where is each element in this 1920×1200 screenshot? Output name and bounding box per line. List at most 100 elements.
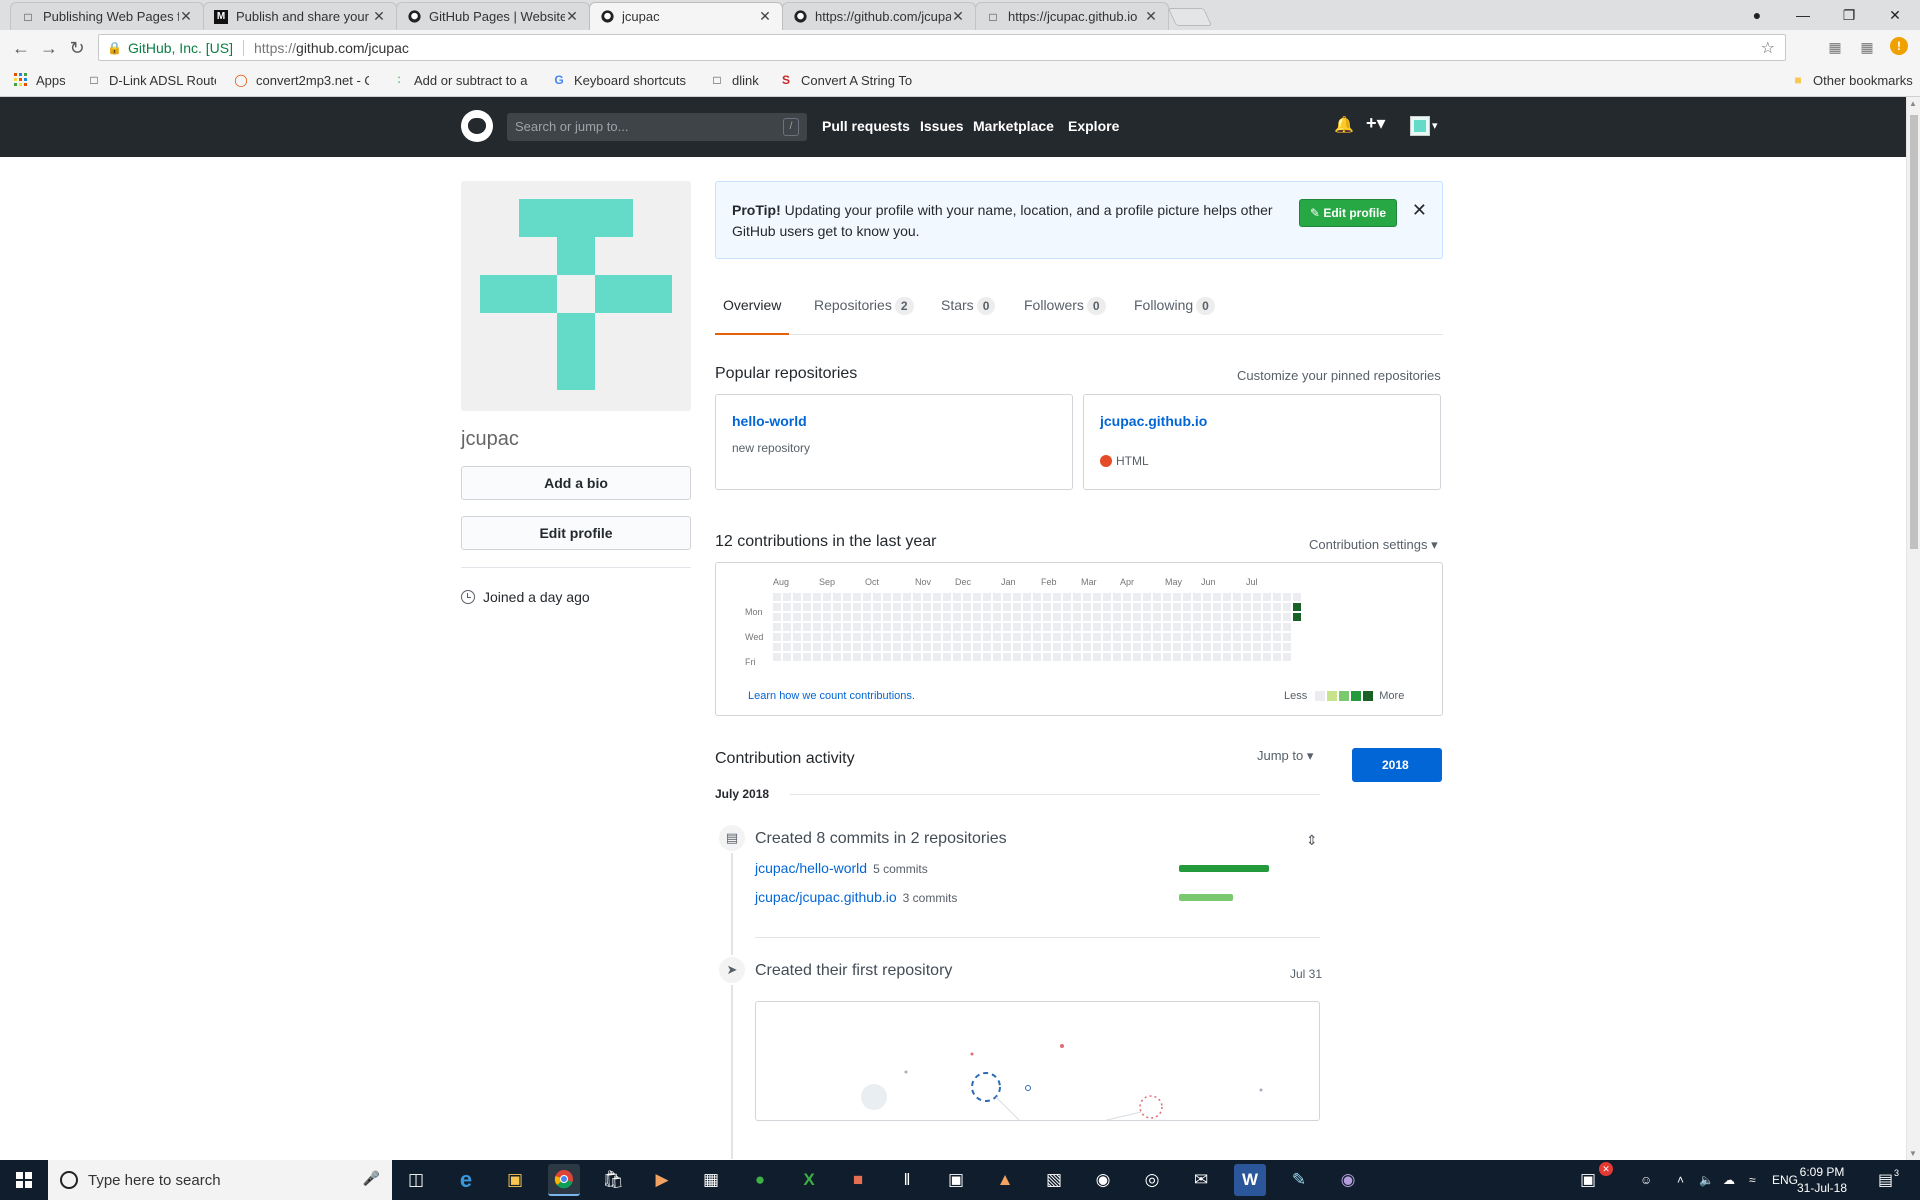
calendar-day-cell[interactable] bbox=[913, 623, 921, 631]
calendar-day-cell[interactable] bbox=[813, 603, 821, 611]
calendar-day-cell[interactable] bbox=[923, 653, 931, 661]
calendar-day-cell[interactable] bbox=[1283, 593, 1291, 601]
calendar-day-cell[interactable] bbox=[1023, 593, 1031, 601]
action-center-icon[interactable]: ▤ bbox=[1878, 1160, 1893, 1200]
calendar-day-cell[interactable] bbox=[803, 593, 811, 601]
calendar-day-cell[interactable] bbox=[873, 643, 881, 651]
forward-arrow-icon[interactable]: → bbox=[37, 36, 61, 60]
calendar-day-cell[interactable] bbox=[1233, 633, 1241, 641]
calendar-day-cell[interactable] bbox=[943, 643, 951, 651]
calendar-day-cell[interactable] bbox=[1213, 603, 1221, 611]
calendar-day-cell[interactable] bbox=[863, 653, 871, 661]
media-player-icon[interactable]: ▶ bbox=[646, 1164, 678, 1196]
calendar-day-cell[interactable] bbox=[1023, 613, 1031, 621]
bookmark-convert-string[interactable]: S Convert A String To U bbox=[778, 72, 914, 88]
calendar-day-cell[interactable] bbox=[853, 643, 861, 651]
calendar-day-cell[interactable] bbox=[1163, 593, 1171, 601]
calendar-day-cell[interactable] bbox=[773, 603, 781, 611]
calendar-day-cell[interactable] bbox=[1133, 633, 1141, 641]
calendar-day-cell[interactable] bbox=[1123, 593, 1131, 601]
chevron-down-icon[interactable]: ▾ bbox=[1432, 119, 1438, 132]
bookmark-dlink-router[interactable]: □ D-Link ADSL Router bbox=[86, 72, 216, 88]
calendar-day-cell[interactable] bbox=[853, 613, 861, 621]
calendar-day-cell[interactable] bbox=[1143, 593, 1151, 601]
calendar-day-cell[interactable] bbox=[783, 613, 791, 621]
close-tab-icon[interactable]: ✕ bbox=[951, 8, 965, 25]
calendar-day-cell[interactable] bbox=[973, 603, 981, 611]
calendar-day-cell[interactable] bbox=[1043, 603, 1051, 611]
calendar-day-cell[interactable] bbox=[1053, 603, 1061, 611]
calendar-day-cell[interactable] bbox=[913, 603, 921, 611]
calendar-day-cell[interactable] bbox=[863, 633, 871, 641]
calendar-day-cell[interactable] bbox=[1103, 603, 1111, 611]
bookmark-add-subtract[interactable]: ∶ Add or subtract to a bbox=[391, 72, 531, 88]
calendar-day-cell[interactable] bbox=[1123, 603, 1131, 611]
calendar-day-cell[interactable] bbox=[1263, 613, 1271, 621]
calendar-day-cell[interactable] bbox=[1103, 653, 1111, 661]
minimize-icon[interactable]: — bbox=[1780, 0, 1826, 30]
calendar-day-cell[interactable] bbox=[913, 613, 921, 621]
calendar-day-cell[interactable] bbox=[1013, 603, 1021, 611]
calendar-day-cell[interactable] bbox=[1133, 613, 1141, 621]
bookmark-star-icon[interactable]: ☆ bbox=[1761, 38, 1775, 58]
calendar-day-cell[interactable] bbox=[1163, 623, 1171, 631]
calendar-day-cell[interactable] bbox=[943, 593, 951, 601]
taskbar-clock[interactable]: 6:09 PM 31-Jul-18 bbox=[1787, 1164, 1857, 1196]
calendar-day-cell[interactable] bbox=[903, 653, 911, 661]
calendar-day-cell[interactable] bbox=[813, 623, 821, 631]
calendar-day-cell[interactable] bbox=[963, 623, 971, 631]
calendar-day-cell[interactable] bbox=[1263, 623, 1271, 631]
page-scrollbar[interactable]: ▲ ▼ bbox=[1906, 97, 1920, 1160]
calendar-day-cell[interactable] bbox=[773, 613, 781, 621]
calendar-day-cell[interactable] bbox=[933, 623, 941, 631]
calendar-day-cell[interactable] bbox=[923, 593, 931, 601]
calendar-day-cell[interactable] bbox=[1063, 603, 1071, 611]
calendar-day-cell[interactable] bbox=[963, 633, 971, 641]
calendar-day-cell[interactable] bbox=[903, 613, 911, 621]
calendar-day-cell[interactable] bbox=[793, 653, 801, 661]
obs-icon[interactable]: ◎ bbox=[1136, 1164, 1168, 1196]
fold-icon[interactable]: ⇕ bbox=[1306, 832, 1318, 849]
calendar-day-cell[interactable] bbox=[963, 653, 971, 661]
calendar-day-cell[interactable] bbox=[973, 643, 981, 651]
calendar-day-cell[interactable] bbox=[843, 643, 851, 651]
nav-pull-requests[interactable]: Pull requests bbox=[822, 118, 910, 134]
calendar-day-cell[interactable] bbox=[843, 633, 851, 641]
calendar-day-cell[interactable] bbox=[1233, 623, 1241, 631]
calendar-day-cell[interactable] bbox=[873, 593, 881, 601]
calendar-day-cell[interactable] bbox=[843, 603, 851, 611]
calendar-day-cell[interactable] bbox=[963, 603, 971, 611]
calendar-day-cell[interactable] bbox=[793, 603, 801, 611]
calendar-day-cell[interactable] bbox=[963, 643, 971, 651]
calendar-day-cell[interactable] bbox=[933, 603, 941, 611]
calendar-day-cell[interactable] bbox=[823, 633, 831, 641]
calendar-day-cell[interactable] bbox=[843, 653, 851, 661]
people-icon[interactable]: ☺ bbox=[1640, 1160, 1652, 1200]
calendar-day-cell[interactable] bbox=[953, 633, 961, 641]
calendar-day-cell[interactable] bbox=[1123, 623, 1131, 631]
calendar-day-cell[interactable] bbox=[1173, 613, 1181, 621]
browser-tab-6[interactable]: □ https://jcupac.github.io ✕ bbox=[975, 2, 1169, 30]
calendar-day-cell[interactable] bbox=[1003, 623, 1011, 631]
app-icon[interactable]: ◉ bbox=[1332, 1164, 1364, 1196]
calendar-day-cell[interactable] bbox=[1073, 633, 1081, 641]
calendar-day-cell[interactable] bbox=[893, 593, 901, 601]
calendar-day-cell[interactable] bbox=[833, 643, 841, 651]
calendar-day-cell[interactable] bbox=[893, 623, 901, 631]
calendar-day-cell[interactable] bbox=[823, 623, 831, 631]
calendar-day-cell[interactable] bbox=[1083, 613, 1091, 621]
calendar-day-cell[interactable] bbox=[983, 623, 991, 631]
calendar-day-cell[interactable] bbox=[1063, 633, 1071, 641]
calendar-day-cell[interactable] bbox=[793, 623, 801, 631]
calendar-day-cell[interactable] bbox=[1083, 603, 1091, 611]
calendar-day-cell[interactable] bbox=[1043, 653, 1051, 661]
calendar-day-cell[interactable] bbox=[813, 643, 821, 651]
calendar-day-cell[interactable] bbox=[1103, 593, 1111, 601]
calendar-day-cell[interactable] bbox=[933, 643, 941, 651]
calendar-day-cell[interactable] bbox=[1063, 593, 1071, 601]
microphone-icon[interactable]: 🎤 bbox=[363, 1170, 380, 1187]
calendar-day-cell[interactable] bbox=[943, 633, 951, 641]
chrome-icon[interactable] bbox=[548, 1164, 580, 1196]
calendar-day-cell[interactable] bbox=[1153, 633, 1161, 641]
calendar-day-cell[interactable] bbox=[1013, 623, 1021, 631]
